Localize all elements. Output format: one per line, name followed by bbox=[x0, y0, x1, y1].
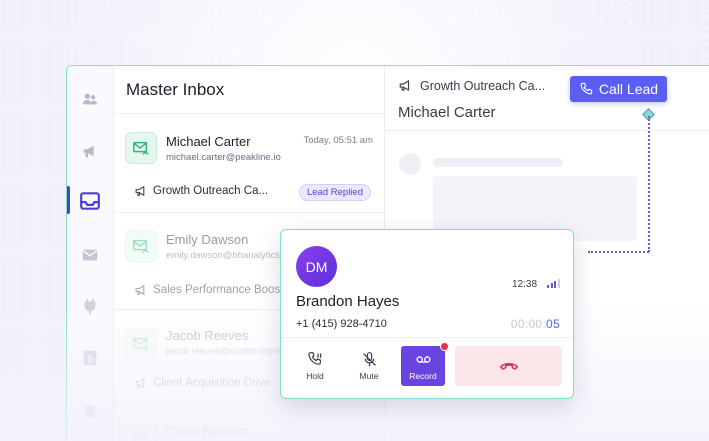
item-name: Michael Carter bbox=[166, 134, 251, 149]
call-lead-button[interactable]: Call Lead bbox=[570, 76, 667, 102]
divider bbox=[114, 212, 384, 213]
connector-line bbox=[648, 116, 650, 252]
divider bbox=[114, 402, 384, 403]
hold-button[interactable]: Hold bbox=[293, 346, 337, 386]
call-timer-seconds: 05 bbox=[546, 317, 560, 331]
sidebar-contacts[interactable] bbox=[78, 87, 102, 111]
item-campaign: Growth Outreach Ca... bbox=[134, 184, 268, 198]
email-reply-icon bbox=[125, 230, 157, 262]
puzzle-icon bbox=[84, 404, 96, 418]
signal-icon bbox=[547, 278, 561, 288]
item-name: Emily Dawson bbox=[166, 232, 249, 247]
contacts-icon bbox=[82, 93, 98, 105]
hangup-icon bbox=[499, 363, 518, 370]
mute-label: Mute bbox=[359, 371, 379, 381]
mail-icon bbox=[82, 249, 98, 261]
sidebar: $ bbox=[67, 66, 114, 441]
record-label: Record bbox=[409, 371, 437, 381]
call-timer-dim: 00:00: bbox=[510, 317, 547, 331]
sidebar-active-indicator bbox=[67, 186, 70, 214]
item-name: Jacob Reeves bbox=[166, 328, 249, 343]
svg-text:$: $ bbox=[87, 354, 93, 365]
item-name: Olivia Bennett bbox=[166, 424, 247, 439]
connector-line bbox=[588, 251, 649, 253]
detail-contact-name: Michael Carter bbox=[398, 104, 496, 121]
sidebar-integrations[interactable] bbox=[78, 294, 102, 318]
dialer-card: DM 12:38 Brandon Hayes +1 (415) 928-4710… bbox=[280, 229, 574, 399]
item-campaign: Client Acquisition Drive bbox=[134, 376, 271, 390]
voicemail-icon bbox=[415, 356, 431, 363]
sidebar-campaigns[interactable] bbox=[78, 139, 102, 163]
caller-phone: +1 (415) 928-4710 bbox=[296, 318, 387, 330]
call-lead-label: Call Lead bbox=[598, 81, 659, 97]
divider bbox=[114, 113, 384, 114]
sidebar-mail[interactable] bbox=[78, 243, 102, 267]
megaphone-icon bbox=[399, 80, 410, 91]
item-campaign-label: Sales Performance Boost bbox=[153, 284, 284, 296]
megaphone-icon bbox=[135, 377, 145, 389]
avatar: DM bbox=[296, 246, 337, 287]
mute-button[interactable]: Mute bbox=[347, 346, 391, 386]
dollar-icon: $ bbox=[83, 350, 97, 366]
sidebar-inbox[interactable] bbox=[77, 188, 103, 214]
megaphone-icon bbox=[83, 145, 94, 158]
phone-icon bbox=[580, 82, 593, 95]
call-timer: 00:00:05 bbox=[511, 317, 560, 331]
recording-indicator bbox=[440, 342, 449, 351]
email-reply-icon bbox=[125, 422, 157, 441]
item-campaign: Sales Performance Boost bbox=[134, 283, 283, 297]
hold-label: Hold bbox=[306, 371, 324, 381]
item-email: michael.carter@peakline.io bbox=[166, 152, 281, 163]
megaphone-icon bbox=[135, 185, 145, 197]
skeleton-avatar bbox=[399, 153, 421, 175]
record-button[interactable]: Record bbox=[401, 342, 449, 386]
divider bbox=[385, 130, 709, 131]
mic-off-icon bbox=[362, 352, 376, 367]
plug-icon bbox=[84, 298, 96, 315]
detail-campaign: Growth Outreach Ca... bbox=[398, 78, 545, 93]
detail-campaign-label: Growth Outreach Ca... bbox=[420, 78, 546, 93]
hold-icon bbox=[307, 352, 321, 365]
hangup-button[interactable] bbox=[455, 346, 562, 386]
megaphone-icon bbox=[135, 284, 145, 296]
inbox-icon bbox=[80, 192, 100, 210]
sidebar-extensions[interactable] bbox=[78, 398, 102, 422]
divider bbox=[281, 337, 573, 338]
email-reply-icon bbox=[125, 132, 157, 164]
inbox-title: Master Inbox bbox=[126, 80, 225, 99]
item-email: jacob.reeves@northbridget bbox=[166, 346, 281, 357]
item-time: Today, 05:51 am bbox=[303, 135, 373, 146]
clock-time: 12:38 bbox=[512, 279, 538, 290]
skeleton-line bbox=[433, 158, 563, 167]
item-campaign-label: Client Acquisition Drive bbox=[153, 377, 271, 389]
email-reply-icon bbox=[125, 328, 157, 360]
status-badge: Lead Replied bbox=[299, 184, 371, 201]
caller-name: Brandon Hayes bbox=[296, 293, 400, 310]
sidebar-billing[interactable]: $ bbox=[78, 346, 102, 370]
item-campaign-label: Growth Outreach Ca... bbox=[153, 185, 269, 197]
item-email: emily.dawson@bhanalytics. bbox=[166, 250, 283, 261]
